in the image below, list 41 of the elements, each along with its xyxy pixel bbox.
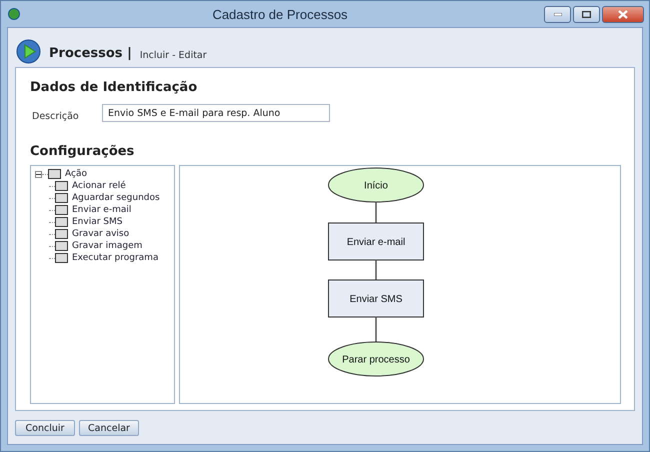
tree-item[interactable]: Acionar relé xyxy=(72,181,126,191)
tree-item[interactable]: Enviar SMS xyxy=(72,217,122,227)
process-step: Enviar e-mail xyxy=(328,222,424,260)
collapse-icon[interactable] xyxy=(35,170,42,178)
tree-item[interactable]: Gravar aviso xyxy=(72,229,130,239)
dialog-button[interactable]: Concluir xyxy=(15,420,75,436)
minimize-button[interactable] xyxy=(544,6,571,23)
terminal-node: Início xyxy=(328,168,424,202)
tree-item[interactable]: Gravar imagem xyxy=(72,241,142,251)
node-icon xyxy=(55,217,68,227)
node-icon xyxy=(55,253,68,263)
tree-item[interactable]: Ação xyxy=(65,169,87,179)
terminal-node: Parar processo xyxy=(328,342,424,376)
tree-item[interactable]: Enviar e-mail xyxy=(72,205,132,215)
maximize-button[interactable] xyxy=(573,6,600,23)
connector-line xyxy=(375,260,377,280)
tree-item[interactable]: Executar programa xyxy=(72,253,158,263)
maximize-icon xyxy=(582,11,591,18)
minimize-icon xyxy=(554,13,562,16)
node-icon xyxy=(48,169,61,179)
section-heading: Configurações xyxy=(30,144,134,159)
page-title: Processos | xyxy=(49,46,132,61)
dialog-button[interactable]: Cancelar xyxy=(79,420,139,436)
app-icon xyxy=(8,8,20,20)
description-field[interactable]: Envio SMS e E-mail para resp. Aluno xyxy=(102,104,330,122)
field-label: Descrição xyxy=(32,110,80,122)
node-icon xyxy=(55,205,68,215)
page-subtitle: Incluir - Editar xyxy=(140,50,207,61)
play-icon xyxy=(16,39,41,64)
tree-item[interactable]: Aguardar segundos xyxy=(72,193,160,203)
window-title: Cadastro de Processos xyxy=(211,6,349,22)
connector-line xyxy=(375,202,377,223)
node-icon xyxy=(55,193,68,203)
node-icon xyxy=(55,241,68,251)
close-button[interactable] xyxy=(602,6,644,23)
node-icon xyxy=(55,181,68,191)
process-step: Enviar SMS xyxy=(328,280,424,318)
section-heading: Dados de Identificação xyxy=(30,80,198,95)
node-icon xyxy=(55,229,68,239)
connector-line xyxy=(375,317,377,342)
close-icon xyxy=(618,10,628,19)
